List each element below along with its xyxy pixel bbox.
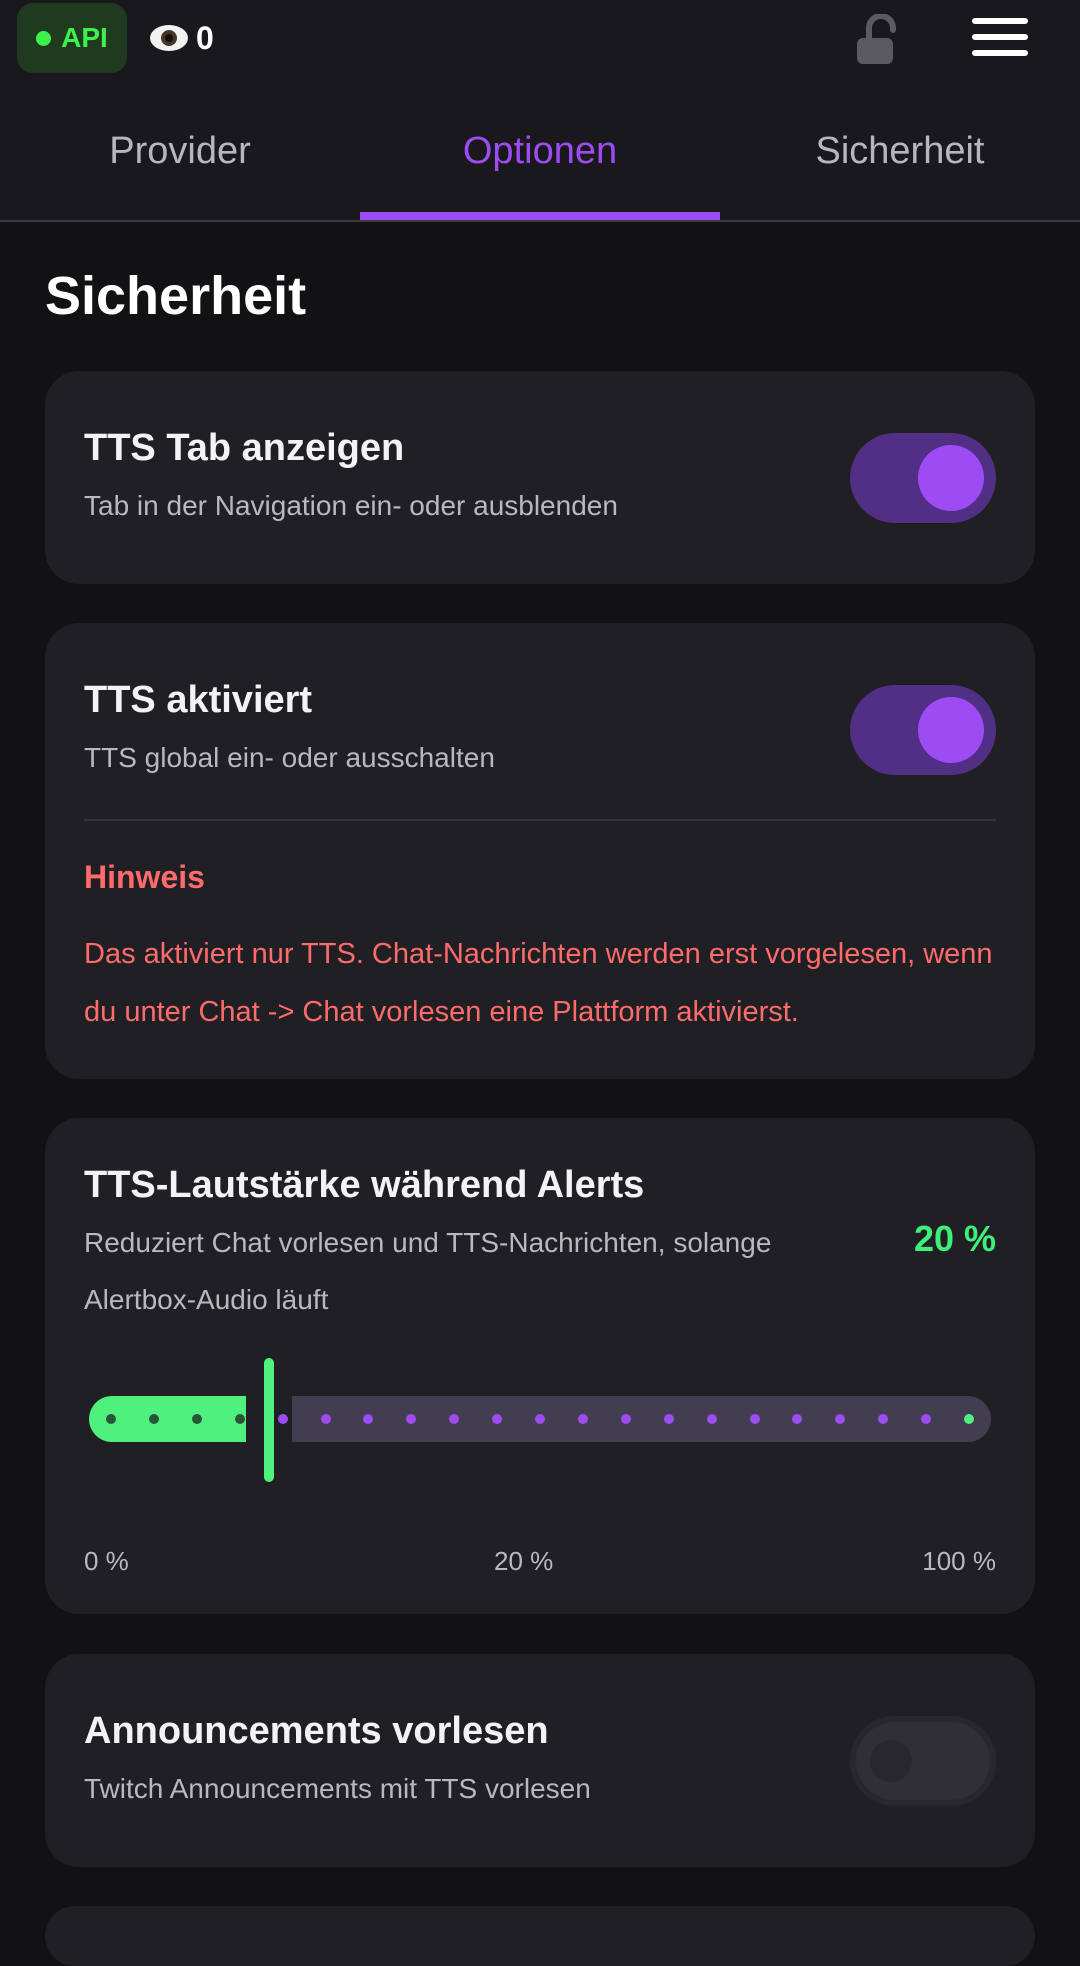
- toggle-knob: [918, 445, 984, 511]
- slider-step-dot: [663, 1414, 674, 1424]
- alert-volume-desc: Reduziert Chat vorlesen und TTS-Nachrich…: [84, 1227, 772, 1315]
- slider-step-dot: [749, 1414, 760, 1424]
- slider-step-dot: [191, 1414, 202, 1424]
- alert-volume-value: 20 %: [913, 1218, 996, 1259]
- tts-active-card: TTS aktiviert TTS global ein- oder aussc…: [45, 623, 1035, 1079]
- slider-step-dot: [577, 1414, 588, 1424]
- hamburger-menu-icon[interactable]: [972, 18, 1028, 62]
- toggle-knob: [870, 1740, 912, 1782]
- lock-open-icon[interactable]: [855, 13, 899, 66]
- hint-title: Hinweis: [84, 859, 205, 895]
- scale-mid-label: 20 %: [494, 1546, 554, 1576]
- api-status-badge[interactable]: API: [17, 3, 127, 73]
- tts-tab-card: TTS Tab anzeigen Tab in der Navigation e…: [45, 371, 1035, 584]
- tab-provider[interactable]: Provider: [0, 82, 360, 220]
- toggle-knob: [918, 697, 984, 763]
- alert-volume-slider[interactable]: [84, 1358, 996, 1482]
- api-label: API: [61, 22, 108, 53]
- announcements-toggle[interactable]: [850, 1716, 996, 1806]
- tts-active-desc: TTS global ein- oder ausschalten: [84, 742, 495, 773]
- status-dot-icon: [36, 30, 52, 46]
- viewer-count: 0: [196, 19, 214, 56]
- slider-step-dot: [620, 1414, 631, 1424]
- tts-tab-title: TTS Tab anzeigen: [84, 427, 405, 469]
- slider-step-dot: [106, 1414, 116, 1424]
- announcements-card: Announcements vorlesen Twitch Announceme…: [45, 1654, 1035, 1867]
- next-card: [45, 1906, 1035, 1966]
- alert-volume-title: TTS-Lautstärke während Alerts: [84, 1164, 645, 1206]
- announcements-desc: Twitch Announcements mit TTS vorlesen: [84, 1773, 591, 1804]
- slider-step-dot: [148, 1414, 159, 1424]
- tts-active-toggle[interactable]: [850, 685, 996, 775]
- tab-bar: Provider Optionen Sicherheit: [0, 82, 1080, 222]
- slider-step-dot: [706, 1414, 717, 1424]
- tab-sicherheit[interactable]: Sicherheit: [720, 82, 1080, 220]
- announcements-title: Announcements vorlesen: [84, 1710, 549, 1752]
- top-bar: API 0: [0, 0, 1080, 82]
- alert-volume-card: TTS-Lautstärke während Alerts Reduziert …: [45, 1118, 1035, 1614]
- divider: [84, 819, 996, 821]
- slider-step-dot: [964, 1414, 974, 1424]
- slider-step-dot: [234, 1414, 245, 1424]
- page-title: Sicherheit: [45, 266, 307, 326]
- slider-handle[interactable]: [264, 1358, 274, 1482]
- scale-min-label: 0 %: [84, 1546, 129, 1576]
- viewer-counter: 0: [150, 10, 214, 66]
- slider-step-dot: [535, 1414, 545, 1424]
- tts-active-title: TTS aktiviert: [84, 679, 313, 721]
- tts-tab-desc: Tab in der Navigation ein- oder ausblend…: [84, 490, 618, 521]
- slider-step-dot: [277, 1414, 288, 1424]
- hint-text: Das aktiviert nur TTS. Chat-Nachrichten …: [84, 938, 993, 1028]
- tab-optionen[interactable]: Optionen: [360, 82, 720, 220]
- eye-icon: [150, 25, 188, 51]
- active-tab-indicator: [360, 212, 720, 220]
- slider-step-dot: [320, 1414, 331, 1424]
- scale-max-label: 100 %: [922, 1546, 996, 1576]
- tts-tab-toggle[interactable]: [850, 433, 996, 523]
